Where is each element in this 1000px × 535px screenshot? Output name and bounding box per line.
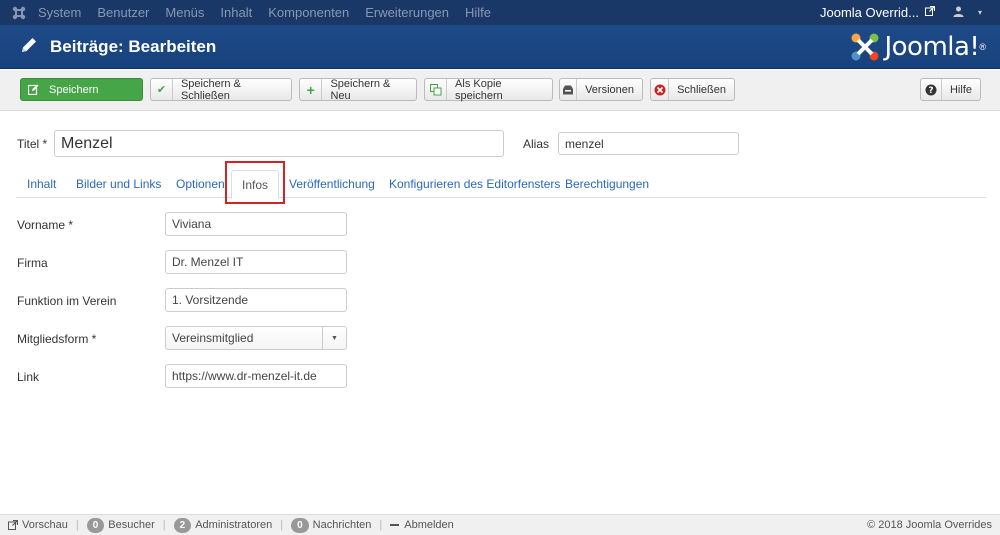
site-link[interactable]: Joomla Overrid...	[820, 5, 919, 20]
joomla-icon[interactable]	[0, 0, 38, 25]
separator: |	[75, 519, 79, 531]
menu-item-system[interactable]: System	[38, 5, 81, 20]
messages-badge: 0	[291, 517, 309, 533]
admins-badge: 2	[173, 517, 192, 533]
alias-input[interactable]: menzel	[558, 132, 739, 155]
save-button[interactable]: Speichern	[20, 78, 143, 101]
cancel-icon	[651, 79, 670, 100]
menu-item-komponenten[interactable]: Komponenten	[268, 5, 349, 20]
tab-inhalt[interactable]: Inhalt	[27, 170, 56, 198]
vorname-label: Vorname *	[17, 218, 74, 232]
external-link-icon	[924, 5, 936, 19]
minus-icon	[390, 524, 400, 526]
tab-editorfenster[interactable]: Konfigurieren des Editorfensters	[389, 170, 560, 198]
funktion-input[interactable]: 1. Vorsitzende	[165, 288, 347, 312]
joomla-logo: Joomla! ®	[850, 31, 986, 63]
status-bar: Vorschau | 0 Besucher | 2 Administratore…	[0, 514, 1000, 535]
tab-berechtigungen[interactable]: Berechtigungen	[565, 170, 649, 198]
top-navbar: System Benutzer Menüs Inhalt Komponenten…	[0, 0, 1000, 25]
toolbar: Speichern ✔ Speichern & Schließen + Spei…	[0, 70, 1000, 111]
close-button[interactable]: Schließen	[650, 78, 735, 101]
pencil-icon	[20, 36, 40, 56]
svg-text:?: ?	[928, 86, 933, 96]
save-copy-button[interactable]: Als Kopie speichern	[424, 78, 553, 102]
tab-optionen[interactable]: Optionen	[176, 170, 225, 198]
plus-icon: +	[300, 79, 323, 100]
preview-link[interactable]: Vorschau	[8, 519, 68, 531]
main-menu: System Benutzer Menüs Inhalt Komponenten…	[38, 5, 507, 20]
visitors-badge: 0	[86, 517, 105, 533]
joomla-wordmark: Joomla!	[884, 32, 980, 62]
caret-down-icon[interactable]: ▼	[322, 327, 346, 349]
funktion-label: Funktion im Verein	[17, 294, 117, 308]
versions-button[interactable]: Versionen	[559, 78, 643, 101]
caret-down-icon[interactable]: ▾	[978, 8, 982, 17]
question-icon: ?	[921, 79, 942, 100]
registered-mark: ®	[979, 42, 986, 52]
edit-icon	[21, 79, 45, 100]
firma-input[interactable]: Dr. Menzel IT	[165, 250, 347, 274]
alias-label: Alias	[523, 137, 550, 151]
external-link-icon	[8, 520, 18, 530]
menu-item-erweiterungen[interactable]: Erweiterungen	[365, 5, 449, 20]
title-label: Titel *	[17, 137, 48, 151]
save-close-button[interactable]: ✔ Speichern & Schließen	[150, 78, 292, 102]
menu-item-menues[interactable]: Menüs	[165, 5, 204, 20]
menu-item-inhalt[interactable]: Inhalt	[220, 5, 252, 20]
messages-link[interactable]: 0 Nachrichten	[291, 517, 371, 533]
page-title: Beiträge: Bearbeiten	[50, 37, 217, 56]
admins-link[interactable]: 2 Administratoren	[173, 517, 272, 533]
mitgliedsform-label: Mitgliedsform *	[17, 332, 97, 346]
copyright: © 2018 Joomla Overrides	[867, 519, 992, 531]
tab-highlight-box	[225, 161, 285, 204]
mitgliedsform-select[interactable]: Vereinsmitglied ▼	[165, 326, 347, 350]
firma-label: Firma	[17, 256, 48, 270]
tab-veroeffentlichung[interactable]: Veröffentlichung	[289, 170, 375, 198]
title-input[interactable]: Menzel	[54, 130, 504, 157]
user-icon[interactable]	[953, 6, 964, 20]
separator: |	[162, 519, 166, 531]
check-icon: ✔	[151, 79, 173, 100]
visitors-link[interactable]: 0 Besucher	[86, 517, 155, 533]
mitgliedsform-value: Vereinsmitglied	[172, 331, 254, 345]
joomla-logo-icon	[851, 33, 879, 61]
save-new-button[interactable]: + Speichern & Neu	[299, 78, 417, 102]
copy-icon	[425, 79, 448, 100]
page-header: Beiträge: Bearbeiten Joomla! ®	[0, 25, 1000, 69]
separator: |	[379, 519, 383, 531]
archive-icon	[560, 79, 578, 100]
vorname-input[interactable]: Viviana	[165, 212, 347, 236]
link-input[interactable]: https://www.dr-menzel-it.de	[165, 364, 347, 388]
menu-item-hilfe[interactable]: Hilfe	[465, 5, 491, 20]
separator: |	[280, 519, 284, 531]
tab-bar: Inhalt Bilder und Links Optionen Infos V…	[16, 170, 986, 199]
menu-item-benutzer[interactable]: Benutzer	[97, 5, 149, 20]
link-label: Link	[17, 370, 40, 384]
help-button[interactable]: ? Hilfe	[920, 78, 981, 101]
logout-link[interactable]: Abmelden	[390, 519, 454, 531]
tab-bilder-und-links[interactable]: Bilder und Links	[76, 170, 161, 198]
